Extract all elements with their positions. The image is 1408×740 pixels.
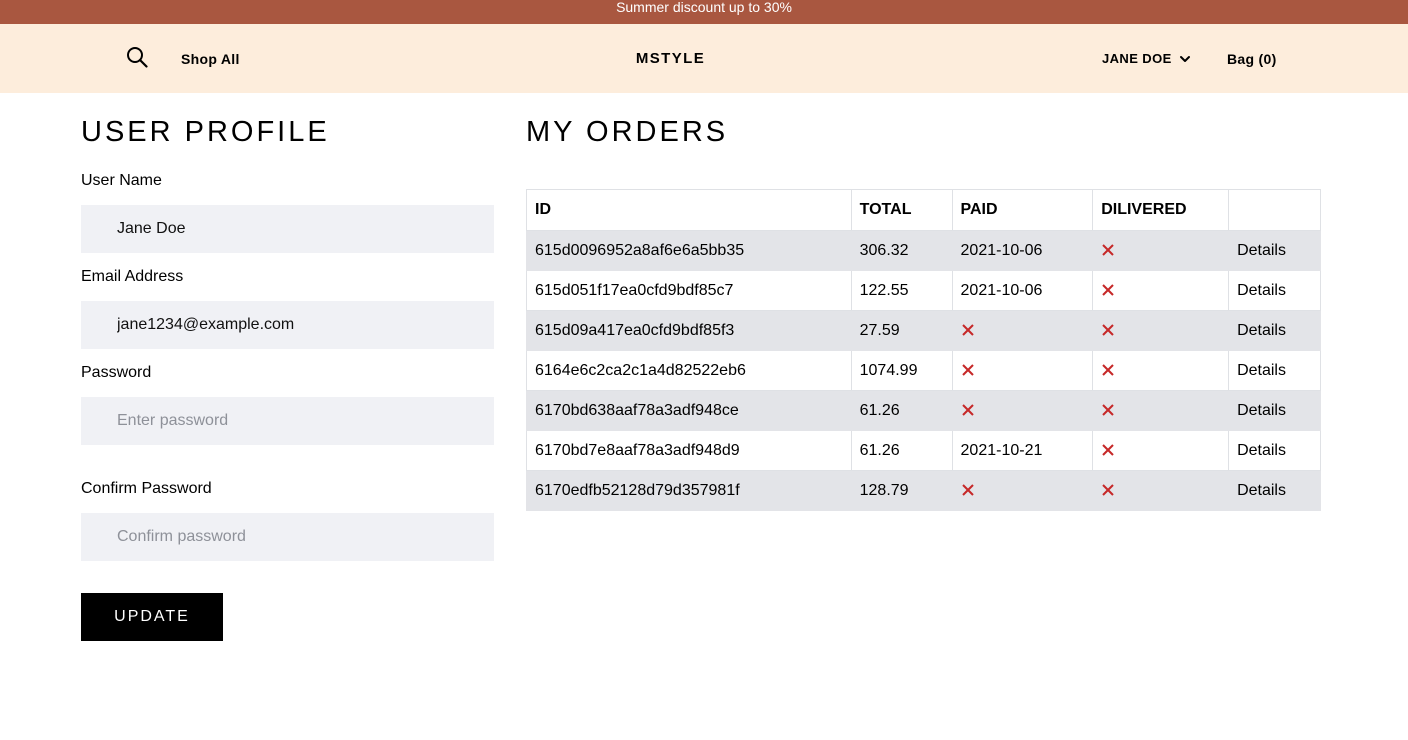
update-button[interactable]: UPDATE [81,593,223,641]
user-menu-button[interactable]: JANE DOE [1102,51,1191,66]
order-total: 61.26 [850,430,953,471]
order-delivered [1092,390,1230,431]
order-id: 6170bd638aaf78a3adf948ce [526,390,852,431]
promo-banner: Summer discount up to 30% [0,0,1408,24]
orders-body: 615d0096952a8af6e6a5bb35 306.32 2021-10-06… [526,230,1321,511]
order-paid [951,310,1094,351]
order-details-link[interactable]: Details [1228,230,1321,271]
order-paid [951,390,1094,431]
order-delivered [1092,430,1230,471]
order-delivered [1092,470,1230,511]
username-label: User Name [81,172,162,189]
order-details-link[interactable]: Details [1228,350,1321,391]
order-details-link[interactable]: Details [1228,390,1321,431]
order-delivered [1092,350,1230,391]
x-icon [961,324,974,336]
table-row: 6164e6c2ca2c1a4d82522eb6 1074.99 Details [526,350,1321,391]
table-row: 615d09a417ea0cfd9bdf85f3 27.59 Details [526,310,1321,351]
order-delivered [1092,230,1230,271]
table-row: 6170bd7e8aaf78a3adf948d9 61.26 2021-10-21 D… [526,430,1321,471]
column-header-id: ID [526,189,852,231]
username-input[interactable] [81,205,494,253]
bag-link[interactable]: Bag (0) [1227,51,1277,67]
x-icon [1102,444,1114,456]
order-details-link[interactable]: Details [1228,470,1321,511]
order-id: 615d09a417ea0cfd9bdf85f3 [526,310,852,351]
order-id: 615d051f17ea0cfd9bdf85c7 [526,270,852,311]
column-header-paid: PAID [951,189,1094,231]
x-icon [1102,484,1114,496]
x-icon [1102,284,1114,296]
order-paid [951,350,1094,391]
order-id: 6170edfb52128d79d357981f [526,470,852,511]
order-total: 128.79 [850,470,953,511]
confirm-password-input[interactable] [81,513,494,561]
order-total: 306.32 [850,230,953,271]
chevron-down-icon [1179,55,1190,62]
order-id: 6164e6c2ca2c1a4d82522eb6 [526,350,852,391]
order-paid: 2021-10-06 [951,270,1094,311]
orders-title: MY ORDERS [526,116,729,148]
table-row: 6170edfb52128d79d357981f 128.79 Details [526,470,1321,511]
table-row: 615d051f17ea0cfd9bdf85c7 122.55 2021-10-06… [526,270,1321,311]
order-total: 122.55 [850,270,953,311]
order-id: 6170bd7e8aaf78a3adf948d9 [526,430,852,471]
order-paid [951,470,1094,511]
table-row: 615d0096952a8af6e6a5bb35 306.32 2021-10-06… [526,230,1321,271]
order-paid: 2021-10-06 [951,230,1094,271]
order-total: 1074.99 [850,350,953,391]
order-total: 61.26 [850,390,953,431]
order-id: 615d0096952a8af6e6a5bb35 [526,230,852,271]
x-icon [961,484,974,496]
order-paid: 2021-10-21 [951,430,1094,471]
order-delivered [1092,310,1230,351]
column-header-delivered: DILIVERED [1092,189,1230,231]
promo-text: Summer discount up to 30% [616,0,792,15]
x-icon [961,404,974,416]
x-icon [1102,324,1114,336]
column-header-actions [1228,189,1321,231]
column-header-total: TOTAL [850,189,953,231]
orders-table: ID TOTAL PAID DILIVERED 615d0096952a8af6… [526,189,1321,511]
user-menu-label: JANE DOE [1102,51,1172,66]
x-icon [961,364,974,376]
password-input[interactable] [81,397,494,445]
site-header: Shop All MSTYLE JANE DOE Bag (0) [0,24,1408,93]
x-icon [1102,244,1114,256]
x-icon [1102,364,1114,376]
table-header-row: ID TOTAL PAID DILIVERED [526,189,1321,231]
order-details-link[interactable]: Details [1228,310,1321,351]
x-icon [1102,404,1114,416]
password-label: Password [81,364,152,381]
confirm-password-label: Confirm Password [81,480,212,497]
order-total: 27.59 [850,310,953,351]
profile-title: USER PROFILE [81,116,330,148]
order-delivered [1092,270,1230,311]
email-label: Email Address [81,268,184,285]
email-input[interactable] [81,301,494,349]
order-details-link[interactable]: Details [1228,430,1321,471]
order-details-link[interactable]: Details [1228,270,1321,311]
table-row: 6170bd638aaf78a3adf948ce 61.26 Details [526,390,1321,431]
